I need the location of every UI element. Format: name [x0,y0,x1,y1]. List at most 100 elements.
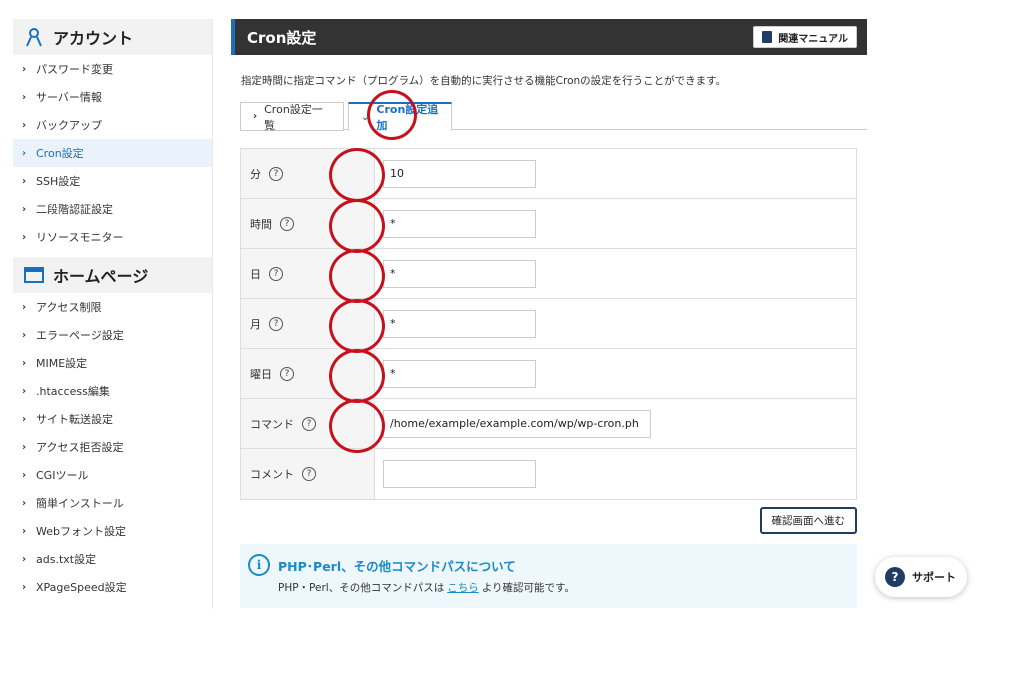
form-row-month: 月? [241,299,856,349]
page-description: 指定時間に指定コマンド（プログラム）を自動的に実行させる機能Cronの設定を行う… [241,75,727,87]
form-row-comment: コメント? [241,449,856,499]
day-input[interactable] [383,259,536,288]
field-label-text: 時間 [250,217,272,231]
field-cell [375,349,856,398]
chevron-right-icon: › [22,175,27,187]
book-icon [762,31,773,43]
sidebar-item-htaccess[interactable]: › .htaccess編集 [13,377,212,405]
manual-button[interactable]: 関連マニュアル [753,26,857,48]
sidebar-item-easy-install[interactable]: › 簡単インストール [13,489,212,517]
sidebar-item-label: MIME設定 [36,357,88,370]
help-icon[interactable]: ? [302,416,316,431]
field-label: 時間? [241,199,375,248]
sidebar-item-label: アクセス制限 [36,301,102,314]
sidebar-item-two-factor[interactable]: › 二段階認証設定 [13,195,212,223]
chevron-right-icon: › [22,553,27,565]
chevron-right-icon: › [22,231,27,243]
chevron-right-icon: › [22,63,27,75]
sidebar-item-label: ads.txt設定 [36,553,97,566]
help-icon[interactable]: ? [280,216,294,231]
sidebar-item-label: パスワード変更 [36,63,113,76]
tab-cron-add[interactable]: ⌄ Cron設定追加 [348,102,452,132]
tab-label: Cron設定一覧 [264,102,323,132]
field-cell [375,249,856,298]
chevron-right-icon: › [22,203,27,215]
chevron-down-icon: ⌄ [361,111,370,123]
help-icon[interactable]: ? [269,316,283,331]
support-label: サポート [912,571,956,584]
person-icon [23,26,45,48]
chevron-right-icon: › [22,119,27,131]
main-content: Cron設定 関連マニュアル 指定時間に指定コマンド（プログラム）を自動的に実行… [231,19,867,608]
sidebar-item-cgi[interactable]: › CGIツール [13,461,212,489]
tab-cron-list[interactable]: › Cron設定一覧 [240,102,344,132]
form-row-command: コマンド? [241,399,856,449]
chevron-right-icon: › [22,357,27,369]
cron-form: 分? 時間? 日? 月? 曜日? コマンド? コメント? [240,148,857,500]
weekday-input[interactable] [383,359,536,388]
help-icon[interactable]: ? [302,467,316,481]
sidebar-item-label: 二段階認証設定 [36,203,113,216]
command-input[interactable] [383,409,651,438]
page-title: Cron設定 [247,28,317,47]
sidebar-item-backup[interactable]: › バックアップ [13,111,212,139]
sidebar-item-label: XPageSpeed設定 [36,581,127,594]
support-button[interactable]: ? サポート [875,557,967,597]
sidebar-item-label: Webフォント設定 [36,525,126,538]
tab-label: Cron設定追加 [376,103,439,132]
sidebar-item-label: .htaccess編集 [36,385,110,398]
section-account-title: アカウント [53,29,134,48]
chevron-right-icon: › [22,469,27,481]
info-body: PHP・Perl、その他コマンドパスは こちら より確認可能です。 [278,580,849,595]
sidebar-item-resource-monitor[interactable]: › リソースモニター [13,223,212,251]
sidebar-item-access-deny[interactable]: › アクセス拒否設定 [13,433,212,461]
help-icon[interactable]: ? [269,266,283,281]
field-label-text: 分 [250,167,261,181]
field-cell [375,299,856,348]
sidebar-item-password[interactable]: › パスワード変更 [13,55,212,83]
question-icon: ? [885,567,905,587]
month-input[interactable] [383,309,536,338]
confirm-button[interactable]: 確認画面へ進む [759,507,857,534]
info-body-pre: PHP・Perl、その他コマンドパスは [278,582,445,594]
minute-input[interactable] [383,159,536,188]
sidebar-item-access-limit[interactable]: › アクセス制限 [13,293,212,321]
tab-bar: › Cron設定一覧 ⌄ Cron設定追加 [240,102,867,132]
field-label: 日? [241,249,375,298]
sidebar-item-label: エラーページ設定 [36,329,124,342]
help-icon[interactable]: ? [280,366,294,381]
info-icon: i [248,554,270,576]
form-row-minute: 分? [241,149,856,199]
sidebar-item-server-info[interactable]: › サーバー情報 [13,83,212,111]
info-body-post: より確認可能です。 [481,582,575,594]
chevron-right-icon: › [22,329,27,341]
comment-input[interactable] [383,460,536,488]
sidebar-item-xpagespeed[interactable]: › XPageSpeed設定 [13,573,212,601]
field-label: コマンド? [241,399,375,448]
sidebar-item-ssh[interactable]: › SSH設定 [13,167,212,195]
manual-button-label: 関連マニュアル [778,33,848,45]
sidebar-item-site-redirect[interactable]: › サイト転送設定 [13,405,212,433]
hour-input[interactable] [383,209,536,238]
sidebar-item-label: サーバー情報 [36,91,102,104]
sidebar-item-error-page[interactable]: › エラーページ設定 [13,321,212,349]
sidebar-item-label: リソースモニター [36,231,124,244]
sidebar-item-ads-txt[interactable]: › ads.txt設定 [13,545,212,573]
info-link[interactable]: こちら [447,582,479,594]
sidebar-item-cron[interactable]: › Cron設定 [13,139,212,167]
chevron-right-icon: › [22,147,27,159]
sidebar-item-label: アクセス拒否設定 [36,441,124,454]
help-icon[interactable]: ? [269,166,283,181]
field-label-text: 曜日 [250,367,272,381]
form-row-day: 日? [241,249,856,299]
sidebar-item-web-font[interactable]: › Webフォント設定 [13,517,212,545]
form-row-hour: 時間? [241,199,856,249]
field-label-text: 日 [250,267,261,281]
sidebar-item-mime[interactable]: › MIME設定 [13,349,212,377]
title-bar: Cron設定 関連マニュアル [231,19,867,55]
field-label: コメント? [241,449,375,499]
field-cell [375,449,856,499]
homepage-nav: › アクセス制限 › エラーページ設定 › MIME設定 › .htaccess編集 ›… [13,293,212,601]
sidebar-item-label: Cron設定 [36,147,84,160]
field-label-text: コマンド [250,417,294,431]
